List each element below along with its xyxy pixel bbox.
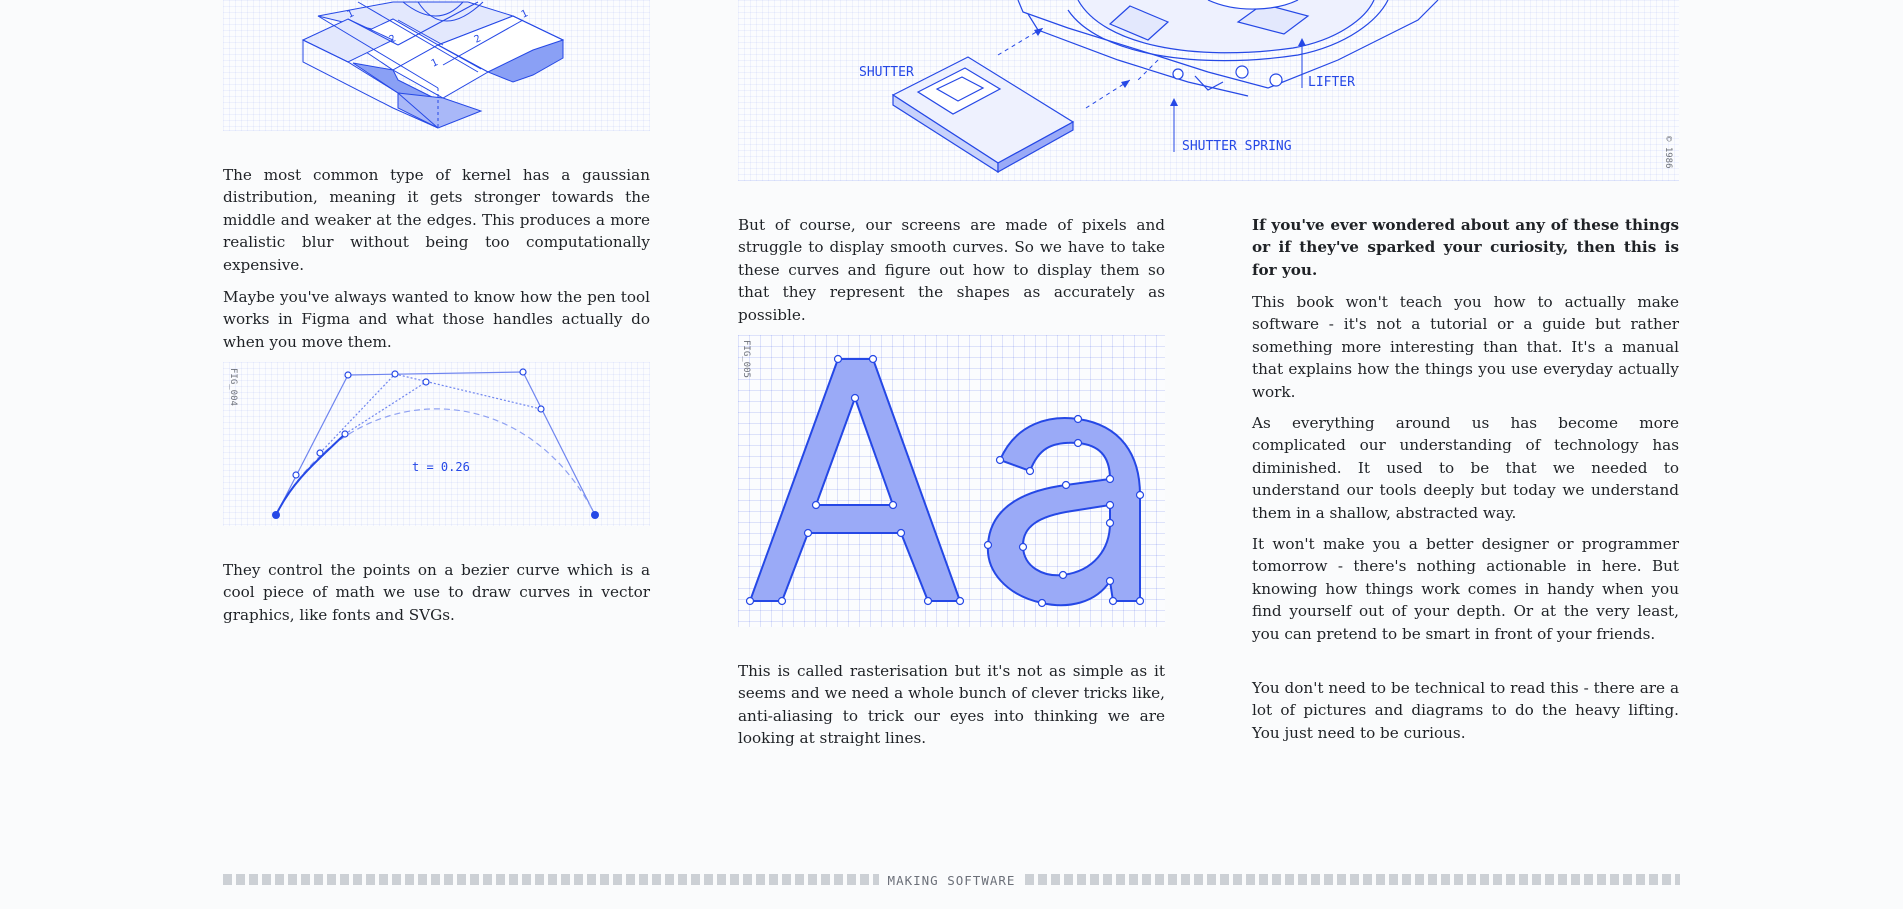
complexity-paragraph: As everything around us has become more … <box>1252 414 1679 522</box>
glyph-diagram: FIG_005 <box>741 340 1145 608</box>
bezier-diagram: FIG_004 t = 0.26 <box>228 368 599 519</box>
figure-label: FIG_005 <box>741 340 751 378</box>
curiosity-paragraph: If you've ever wondered about any of the… <box>1252 216 1679 279</box>
t-value-label: t = 0.26 <box>412 460 470 474</box>
bezier-paragraph: They control the points on a bezier curv… <box>223 561 650 624</box>
middle-column: SHUTTER LIFTER SHUTTER SPRING © 1986 But… <box>738 0 1679 909</box>
shutter-label: SHUTTER <box>859 65 914 80</box>
pen-tool-paragraph: Maybe you've always wanted to know how t… <box>223 288 650 351</box>
pixels-paragraph: But of course, our screens are made of p… <box>738 216 1165 324</box>
left-column: 1 2 2 1 1 The most common type of kernel… <box>223 0 650 909</box>
right-column: If you've ever wondered about any of the… <box>1252 0 1679 909</box>
kernel-grid-figure: 1 2 2 1 1 <box>223 0 650 131</box>
bezier-figure: FIG_004 t = 0.26 <box>223 362 650 526</box>
designer-paragraph: It won't make you a better designer or p… <box>1252 535 1679 643</box>
grid-number: 1 <box>520 8 530 21</box>
footer-title: MAKING SOFTWARE <box>887 873 1016 888</box>
glyph-figure: FIG_005 <box>738 335 1165 627</box>
rasterisation-paragraph: This is called rasterisation but it's no… <box>738 662 1165 748</box>
manual-paragraph: This book won't teach you how to actuall… <box>1252 293 1679 401</box>
technical-paragraph: You don't need to be technical to read t… <box>1252 679 1679 742</box>
kernel-paragraph: The most common type of kernel has a gau… <box>223 166 650 274</box>
kernel-grid-diagram: 1 2 2 1 1 <box>301 1 565 129</box>
figure-label: FIG_004 <box>228 368 238 406</box>
